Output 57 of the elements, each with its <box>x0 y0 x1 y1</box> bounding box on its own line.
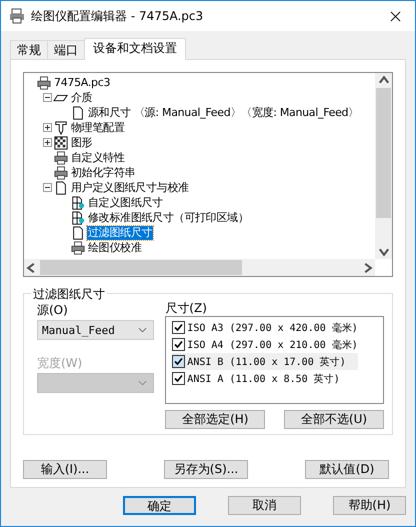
checkbox[interactable] <box>172 372 186 385</box>
printer-icon <box>53 150 69 164</box>
pen-icon <box>53 120 69 134</box>
tree-item[interactable]: 修改标准图纸尺寸（可打印区域） <box>87 210 250 224</box>
panel-button[interactable]: 另存为(S)... <box>164 460 248 479</box>
tab[interactable]: 设备和文档设置 <box>84 38 186 60</box>
panel-button[interactable]: 输入(I)... <box>23 460 107 479</box>
expander-icon[interactable] <box>43 138 52 147</box>
select-button[interactable]: 全部不选(U) <box>284 410 384 429</box>
dialog-button[interactable]: 取消 <box>228 496 301 515</box>
size-item[interactable]: ISO A4 (297.00 x 210.00 毫米) <box>172 336 358 353</box>
panel-button[interactable]: 默认值(D) <box>305 460 389 479</box>
page-icon <box>70 210 86 224</box>
page-icon <box>53 180 69 194</box>
checkbox[interactable] <box>172 355 186 368</box>
field-label: 源(O) <box>37 302 69 318</box>
vertical-scrollbar[interactable] <box>375 73 392 259</box>
dialog-button[interactable]: 帮助(H) <box>333 496 406 515</box>
printer-icon <box>70 240 86 254</box>
tree-item[interactable]: 初始化字符串 <box>70 166 136 180</box>
tree-item[interactable]: 自定义图纸尺寸 <box>87 196 164 210</box>
tree-item[interactable]: 源和尺寸 〈源: Manual_Feed〉〈宽度: Manual_Feed〉 <box>87 106 360 120</box>
expander-icon[interactable] <box>43 93 52 102</box>
tree-item[interactable]: 物理笔配置 <box>70 120 126 134</box>
field-label: 尺寸(Z) <box>165 300 208 316</box>
printer-icon <box>9 8 25 24</box>
tree-item[interactable]: 图形 <box>70 136 94 150</box>
field-label: 宽度(W) <box>37 355 84 371</box>
checkbox[interactable] <box>172 338 186 351</box>
tree-item[interactable]: 7475A.pc3 <box>53 76 112 90</box>
checkbox[interactable] <box>172 321 186 334</box>
tree-item[interactable]: 用户定义图纸尺寸与校准 <box>70 180 190 194</box>
chevron-icon <box>138 380 148 386</box>
group-title: 过滤图纸尺寸 <box>31 286 107 303</box>
page-icon <box>70 106 86 120</box>
horizontal-scrollbar[interactable] <box>24 259 375 276</box>
printer-icon <box>36 76 52 90</box>
chevron-icon <box>138 327 148 333</box>
size-item[interactable]: ISO A3 (297.00 x 420.00 毫米) <box>172 319 358 336</box>
close-icon[interactable] <box>390 10 401 22</box>
printer-icon <box>53 166 69 180</box>
size-item[interactable]: ANSI B (11.00 x 17.00 英寸) <box>172 353 358 370</box>
source-dropdown[interactable]: Manual_Feed <box>37 320 154 340</box>
tab[interactable]: 常规 <box>10 40 48 59</box>
expander-icon[interactable] <box>43 123 52 132</box>
tree-item[interactable]: 过滤图纸尺寸 <box>87 226 154 240</box>
page-icon <box>70 196 86 210</box>
dialog-button[interactable]: 确定 <box>123 496 196 515</box>
select-button[interactable]: 全部选定(H) <box>165 410 266 429</box>
tree-item[interactable]: 自定义特性 <box>70 150 126 164</box>
size-item[interactable]: ANSI A (11.00 x 8.50 英寸) <box>172 370 358 387</box>
tree-item[interactable]: 介质 <box>70 90 94 104</box>
tree-item[interactable]: 绘图仪校准 <box>87 240 143 254</box>
expander-icon[interactable] <box>43 183 52 192</box>
window-title: 绘图仪配置编辑器 - 7475A.pc3 <box>31 8 204 24</box>
checker-icon <box>53 136 69 150</box>
page-icon <box>70 226 86 240</box>
